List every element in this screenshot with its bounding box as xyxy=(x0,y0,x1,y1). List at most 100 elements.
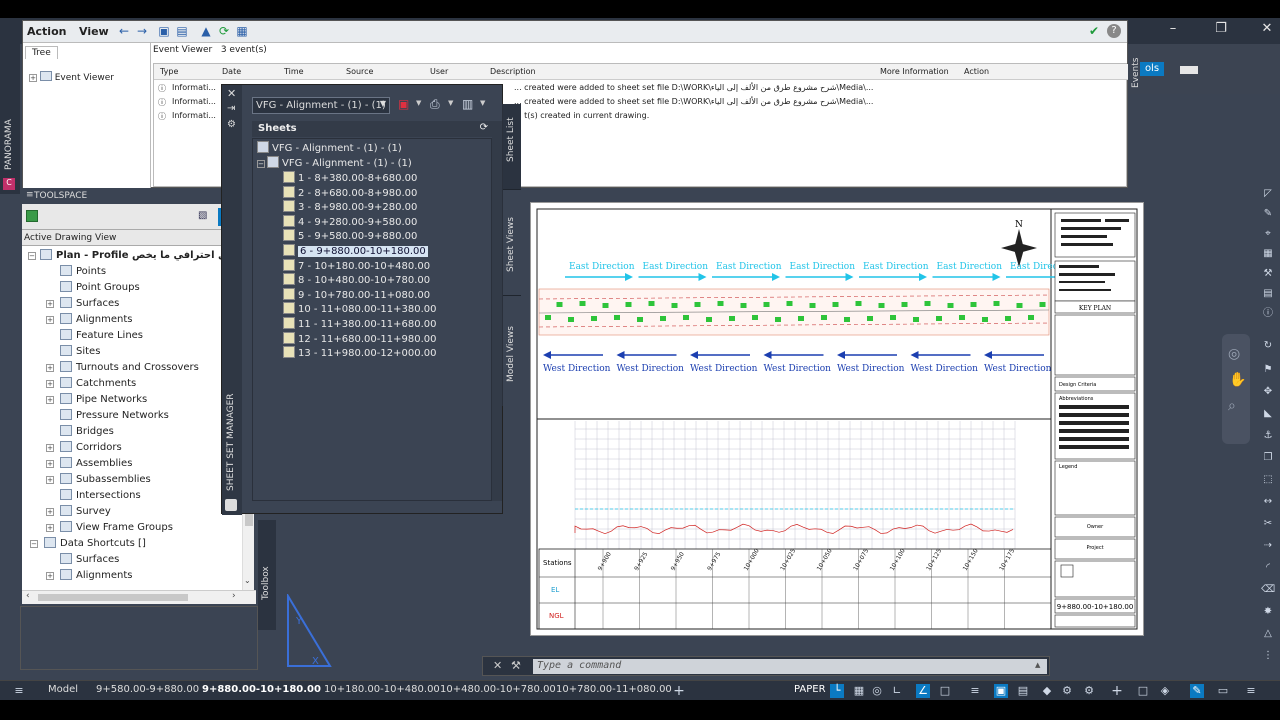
sheet-set-combo[interactable]: VFG - Alignment - (1) - (1) ▼ xyxy=(252,97,390,114)
nav-explode-icon[interactable]: ✸ xyxy=(1261,606,1275,618)
publish-chevron-icon[interactable]: ▼ xyxy=(416,99,421,107)
sheet-item[interactable]: 8 - 10+480.00-10+780.00 xyxy=(283,273,430,288)
tree-item[interactable]: Feature Lines xyxy=(60,328,143,344)
tree-item[interactable]: Survey xyxy=(60,504,111,520)
expand-icon[interactable]: + xyxy=(46,524,54,532)
toolbox-strip[interactable]: Toolbox xyxy=(258,520,276,630)
check-icon[interactable]: ✔ xyxy=(1087,24,1101,38)
ribbon-tab-tools[interactable]: ols xyxy=(1140,62,1164,76)
annotation-icon[interactable]: ▤ xyxy=(1016,684,1030,698)
sheet-item[interactable]: 11 - 11+380.00-11+680.00 xyxy=(283,317,437,332)
nav-extend-icon[interactable]: ⇢ xyxy=(1261,540,1275,552)
customization-icon[interactable]: ≡ xyxy=(1244,684,1258,698)
prospector-icon[interactable] xyxy=(26,210,38,222)
col-user[interactable]: User xyxy=(430,67,448,76)
plot-icon[interactable]: ⎙ xyxy=(430,97,446,113)
nav-tool-icon[interactable]: ⚒ xyxy=(1261,268,1275,280)
events-side-tab[interactable]: Events xyxy=(1130,44,1142,94)
tree-item[interactable]: Pipe Networks xyxy=(60,392,147,408)
expand-icon[interactable]: + xyxy=(46,396,54,404)
model-space-icon[interactable]: └ xyxy=(830,684,844,698)
hscroll-thumb[interactable] xyxy=(38,594,188,601)
selection-cycling-icon[interactable]: ▣ xyxy=(994,684,1008,698)
osnap-icon[interactable]: □ xyxy=(938,684,952,698)
expand-icon[interactable]: + xyxy=(46,316,54,324)
expand-icon[interactable]: + xyxy=(46,444,54,452)
nav-layer-icon[interactable]: ▤ xyxy=(1261,288,1275,300)
ssm-close-icon[interactable]: ✕ xyxy=(227,87,236,100)
tree-item[interactable]: Sites xyxy=(60,344,100,360)
add-layout-icon[interactable]: + xyxy=(672,684,686,698)
sheet-item[interactable]: 4 - 9+280.00-9+580.00 xyxy=(283,214,417,230)
collapse-icon[interactable]: − xyxy=(28,252,36,260)
col-type[interactable]: Type xyxy=(160,67,178,76)
zoom-icon[interactable]: ⌕ xyxy=(1228,398,1236,414)
col-source[interactable]: Source xyxy=(346,67,373,76)
collapse-icon[interactable]: − xyxy=(30,540,38,548)
tree-view-icon[interactable]: ▧ xyxy=(198,210,212,222)
isolate-icon[interactable]: □ xyxy=(1136,684,1150,698)
tree-item[interactable]: Turnouts and Crossovers xyxy=(60,360,199,376)
scroll-down-icon[interactable]: ⌄ xyxy=(244,576,251,585)
nav-info-icon[interactable]: ⓘ xyxy=(1261,308,1275,320)
tree-item[interactable]: Pressure Networks xyxy=(60,408,169,424)
folder-icon[interactable]: ▣ xyxy=(157,24,171,38)
sheet-item[interactable]: 13 - 11+980.00-12+000.00 xyxy=(283,346,437,361)
refresh-icon[interactable]: ⟳ xyxy=(217,24,231,38)
tree-item[interactable]: Assemblies xyxy=(60,456,132,472)
nav-scale-icon[interactable]: ⬚ xyxy=(1261,474,1275,486)
layout-tab[interactable]: 10+180.00-10+480.00 xyxy=(324,684,440,695)
forward-arrow-icon[interactable]: → xyxy=(135,24,149,38)
layout-tab-active[interactable]: 9+880.00-10+180.00 xyxy=(202,684,321,695)
sheet-subset[interactable]: − VFG - Alignment - (1) - (1) xyxy=(257,156,412,171)
sheet-item[interactable]: 9 - 10+780.00-11+080.00 xyxy=(283,287,430,303)
tab-sheet-views[interactable]: Sheet Views xyxy=(503,190,521,296)
expand-icon[interactable]: + xyxy=(46,508,54,516)
expand-icon[interactable]: + xyxy=(46,572,54,580)
transmit-chevron-icon[interactable]: ▼ xyxy=(480,99,485,107)
polar-icon[interactable]: ∠ xyxy=(916,684,930,698)
plot-chevron-icon[interactable]: ▼ xyxy=(448,99,453,107)
properties-icon[interactable]: ▤ xyxy=(175,24,189,38)
transmit-icon[interactable]: ▥ xyxy=(462,97,478,113)
command-input[interactable]: Type a command xyxy=(533,659,1047,674)
layout-tab[interactable]: 9+580.00-9+880.00 xyxy=(96,684,199,695)
nav-pin-icon[interactable]: ⚓ xyxy=(1261,430,1275,442)
settings-gear-icon[interactable]: ⚙ xyxy=(1060,684,1074,698)
ssm-properties-icon[interactable]: ⚙ xyxy=(227,119,236,130)
export-icon[interactable]: ▦ xyxy=(235,24,249,38)
navigation-wheel-bar[interactable]: ◎ ✋ ⌕ xyxy=(1222,334,1250,444)
sheet-item[interactable]: 3 - 8+980.00-9+280.00 xyxy=(283,200,417,215)
tree-item[interactable]: Corridors xyxy=(60,440,122,456)
toolspace-horizontal-scrollbar[interactable]: ‹ › xyxy=(22,590,256,604)
nav-edit-icon[interactable]: ✎ xyxy=(1261,208,1275,220)
clean-screen-icon[interactable]: ▭ xyxy=(1216,684,1230,698)
nav-arrow-icon[interactable]: ◸ xyxy=(1261,188,1275,200)
menu-action[interactable]: Action xyxy=(27,25,66,38)
tab-model[interactable]: Model xyxy=(48,684,78,695)
warning-icon[interactable]: ▲ xyxy=(199,24,213,38)
menu-view[interactable]: View xyxy=(79,25,109,38)
restore-icon[interactable]: ❐ xyxy=(1210,20,1232,38)
nav-flag-icon[interactable]: ⚑ xyxy=(1261,364,1275,376)
sheet-item[interactable]: 12 - 11+680.00-11+980.00 xyxy=(283,331,437,347)
nav-select-icon[interactable]: ⌖ xyxy=(1261,228,1275,240)
toolspace-grip-icon[interactable]: ≡ xyxy=(26,190,34,200)
units-icon[interactable]: ◆ xyxy=(1040,684,1054,698)
col-description[interactable]: Description xyxy=(490,67,536,76)
ssm-scrollbar[interactable] xyxy=(492,121,502,501)
nav-trim-icon[interactable]: ✂ xyxy=(1261,518,1275,530)
nav-mirror-icon[interactable]: ◣ xyxy=(1261,408,1275,420)
nav-grid-icon[interactable]: ▦ xyxy=(1261,248,1275,260)
tree-item[interactable]: Bridges xyxy=(60,424,114,440)
nav-erase-icon[interactable]: ⌫ xyxy=(1261,584,1275,596)
scroll-thumb[interactable] xyxy=(245,512,253,526)
nav-measure-icon[interactable]: △ xyxy=(1261,628,1275,640)
close-icon[interactable]: ✕ xyxy=(1256,20,1278,38)
col-time[interactable]: Time xyxy=(284,67,304,76)
tree-shortcut-alignments[interactable]: Alignments xyxy=(60,568,132,584)
minimize-icon[interactable]: – xyxy=(1162,20,1184,38)
nav-fillet-icon[interactable]: ◜ xyxy=(1261,562,1275,574)
tree-item[interactable]: View Frame Groups xyxy=(60,520,173,536)
pan-icon[interactable]: ✋ xyxy=(1229,372,1246,388)
